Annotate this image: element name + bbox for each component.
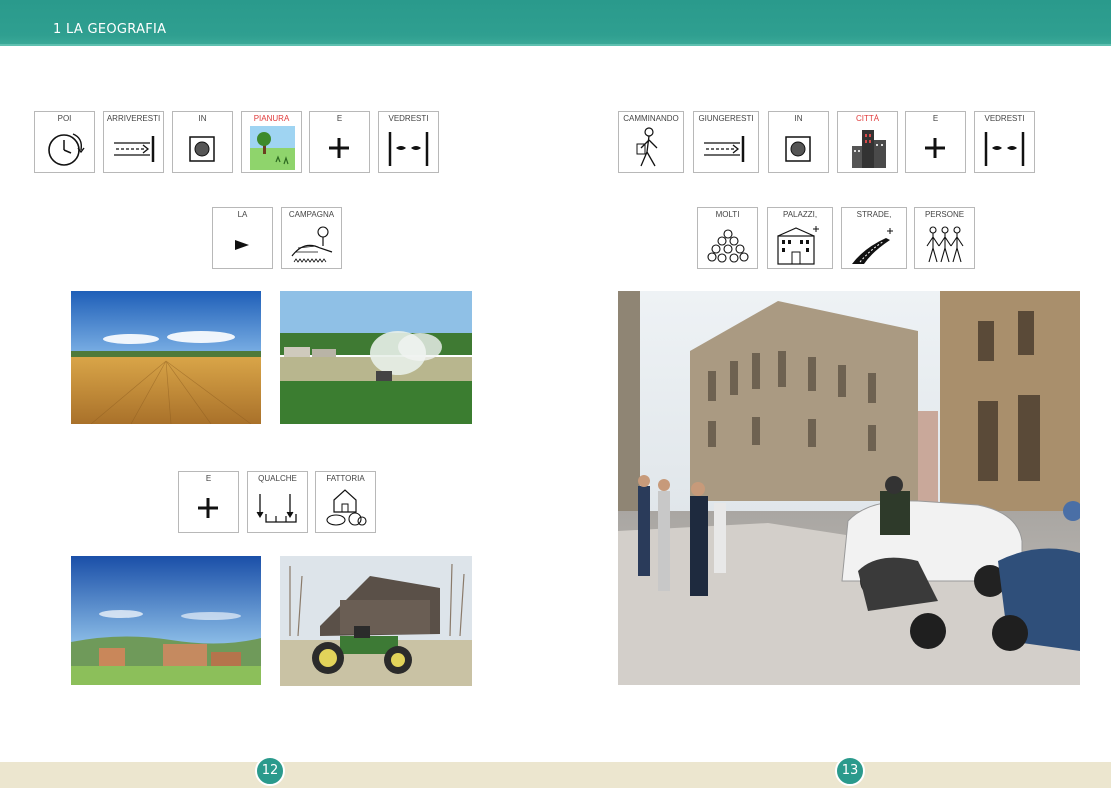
symbol-label: LA bbox=[237, 210, 248, 219]
symbol-molti: MOLTI bbox=[697, 207, 758, 269]
symbol-label: GIUNGERESTI bbox=[698, 114, 754, 123]
in-square-icon bbox=[785, 136, 811, 162]
symbol-vedresti: VEDRESTI bbox=[378, 111, 439, 173]
symbol-label: VEDRESTI bbox=[388, 114, 429, 123]
walking-person-icon bbox=[636, 127, 658, 167]
symbol-persone: PERSONE bbox=[914, 207, 975, 269]
farm-icon bbox=[326, 489, 367, 526]
barn-tractor-photo bbox=[280, 556, 472, 686]
plain-tree-icon bbox=[250, 126, 295, 170]
people-icon bbox=[926, 226, 964, 263]
arrive-arrow-icon bbox=[114, 136, 155, 162]
symbol-label: PERSONE bbox=[924, 210, 965, 219]
symbol-label: CITTÀ bbox=[855, 114, 880, 123]
symbol-fattoria: FATTORIA bbox=[315, 471, 376, 533]
eyes-icon bbox=[388, 132, 429, 166]
symbol-camminando: CAMMINANDO bbox=[618, 111, 684, 173]
symbol-citta: CITTÀ bbox=[837, 111, 898, 173]
plus-icon bbox=[198, 498, 218, 518]
symbol-label: ARRIVERESTI bbox=[106, 114, 161, 123]
buildings-plus-icon bbox=[777, 226, 819, 265]
symbol-label: CAMPAGNA bbox=[288, 210, 335, 219]
symbol-label: IN bbox=[198, 114, 207, 123]
clock-icon bbox=[48, 133, 85, 166]
in-square-icon bbox=[189, 136, 215, 162]
countryside-icon bbox=[291, 226, 333, 263]
symbol-vedresti-2: VEDRESTI bbox=[974, 111, 1035, 173]
many-balls-icon bbox=[707, 229, 749, 263]
plus-icon bbox=[925, 138, 945, 158]
symbol-label: E bbox=[205, 474, 212, 483]
symbol-qualche: QUALCHE bbox=[247, 471, 308, 533]
symbol-e: E bbox=[309, 111, 370, 173]
symbol-label: MOLTI bbox=[715, 210, 740, 219]
page-number-left: 12 bbox=[255, 756, 285, 786]
symbol-in: IN bbox=[172, 111, 233, 173]
symbol-label: PALAZZI, bbox=[782, 210, 818, 219]
symbol-label: FATTORIA bbox=[326, 474, 365, 483]
field-irrigation-photo bbox=[280, 291, 472, 424]
chapter-title: 1 LA GEOGRAFIA bbox=[53, 22, 167, 37]
symbol-label: QUALCHE bbox=[258, 474, 297, 483]
wheat-field-photo bbox=[71, 291, 261, 424]
symbol-e-2: E bbox=[178, 471, 239, 533]
symbol-strade: STRADE, bbox=[841, 207, 907, 269]
eyes-icon bbox=[984, 132, 1025, 166]
countryside-houses-photo bbox=[71, 556, 261, 685]
symbol-label: POI bbox=[57, 114, 72, 123]
symbol-label: E bbox=[336, 114, 343, 123]
some-arrows-icon bbox=[256, 494, 297, 523]
city-street-photo bbox=[618, 291, 1080, 685]
symbol-e-3: E bbox=[905, 111, 966, 173]
triangle-pointer-icon bbox=[235, 240, 249, 250]
road-plus-icon bbox=[852, 228, 893, 264]
symbol-poi: POI bbox=[34, 111, 95, 173]
arrive-arrow-icon bbox=[704, 136, 745, 162]
symbol-palazzi: PALAZZI, bbox=[767, 207, 833, 269]
symbol-campagna: CAMPAGNA bbox=[281, 207, 342, 269]
symbol-in-2: IN bbox=[768, 111, 829, 173]
symbol-label: E bbox=[932, 114, 939, 123]
symbol-label: CAMMINANDO bbox=[623, 114, 679, 123]
footer-band bbox=[0, 762, 1111, 788]
plus-icon bbox=[329, 138, 349, 158]
header-band bbox=[0, 0, 1111, 46]
symbol-label: STRADE, bbox=[856, 210, 892, 219]
symbol-pianura: PIANURA bbox=[241, 111, 302, 173]
symbol-arriveresti: ARRIVERESTI bbox=[103, 111, 164, 173]
symbol-label: IN bbox=[794, 114, 803, 123]
page-number-right: 13 bbox=[835, 756, 865, 786]
symbol-label: VEDRESTI bbox=[984, 114, 1025, 123]
symbol-giungeresti: GIUNGERESTI bbox=[693, 111, 759, 173]
symbol-la: LA bbox=[212, 207, 273, 269]
symbol-label: PIANURA bbox=[253, 114, 290, 123]
city-icon bbox=[852, 130, 886, 168]
